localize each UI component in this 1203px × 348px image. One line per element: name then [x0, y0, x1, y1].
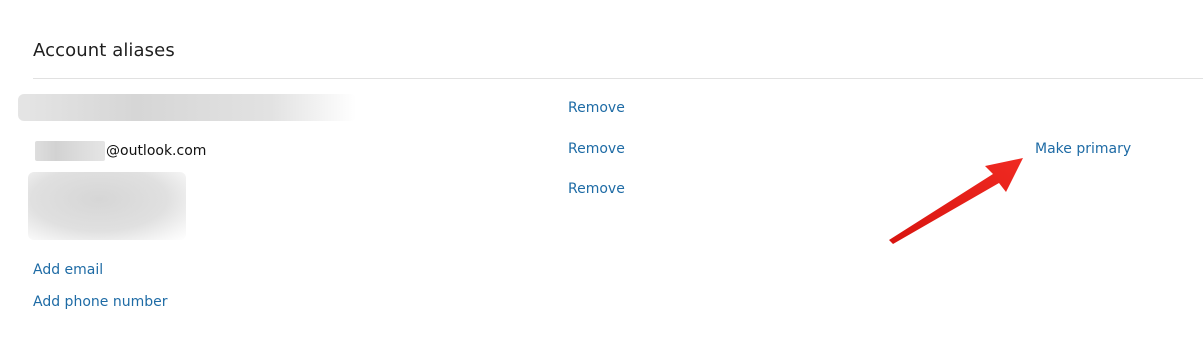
alias-email: @outlook.com	[35, 141, 206, 161]
alias-row: Remove	[0, 94, 1203, 124]
alias-email-domain: @outlook.com	[106, 143, 207, 159]
section-divider	[33, 78, 1203, 79]
add-email-link[interactable]: Add email	[33, 262, 103, 278]
add-phone-number-link[interactable]: Add phone number	[33, 294, 167, 310]
redacted-alias	[18, 94, 356, 121]
redacted-alias-prefix	[35, 141, 105, 161]
make-primary-button[interactable]: Make primary	[1035, 141, 1131, 157]
remove-alias-button[interactable]: Remove	[568, 141, 625, 157]
remove-alias-button[interactable]: Remove	[568, 181, 625, 197]
section-title: Account aliases	[33, 40, 175, 61]
annotation-arrow-icon	[889, 158, 1023, 244]
remove-alias-button[interactable]: Remove	[568, 100, 625, 116]
redacted-alias	[28, 172, 186, 240]
